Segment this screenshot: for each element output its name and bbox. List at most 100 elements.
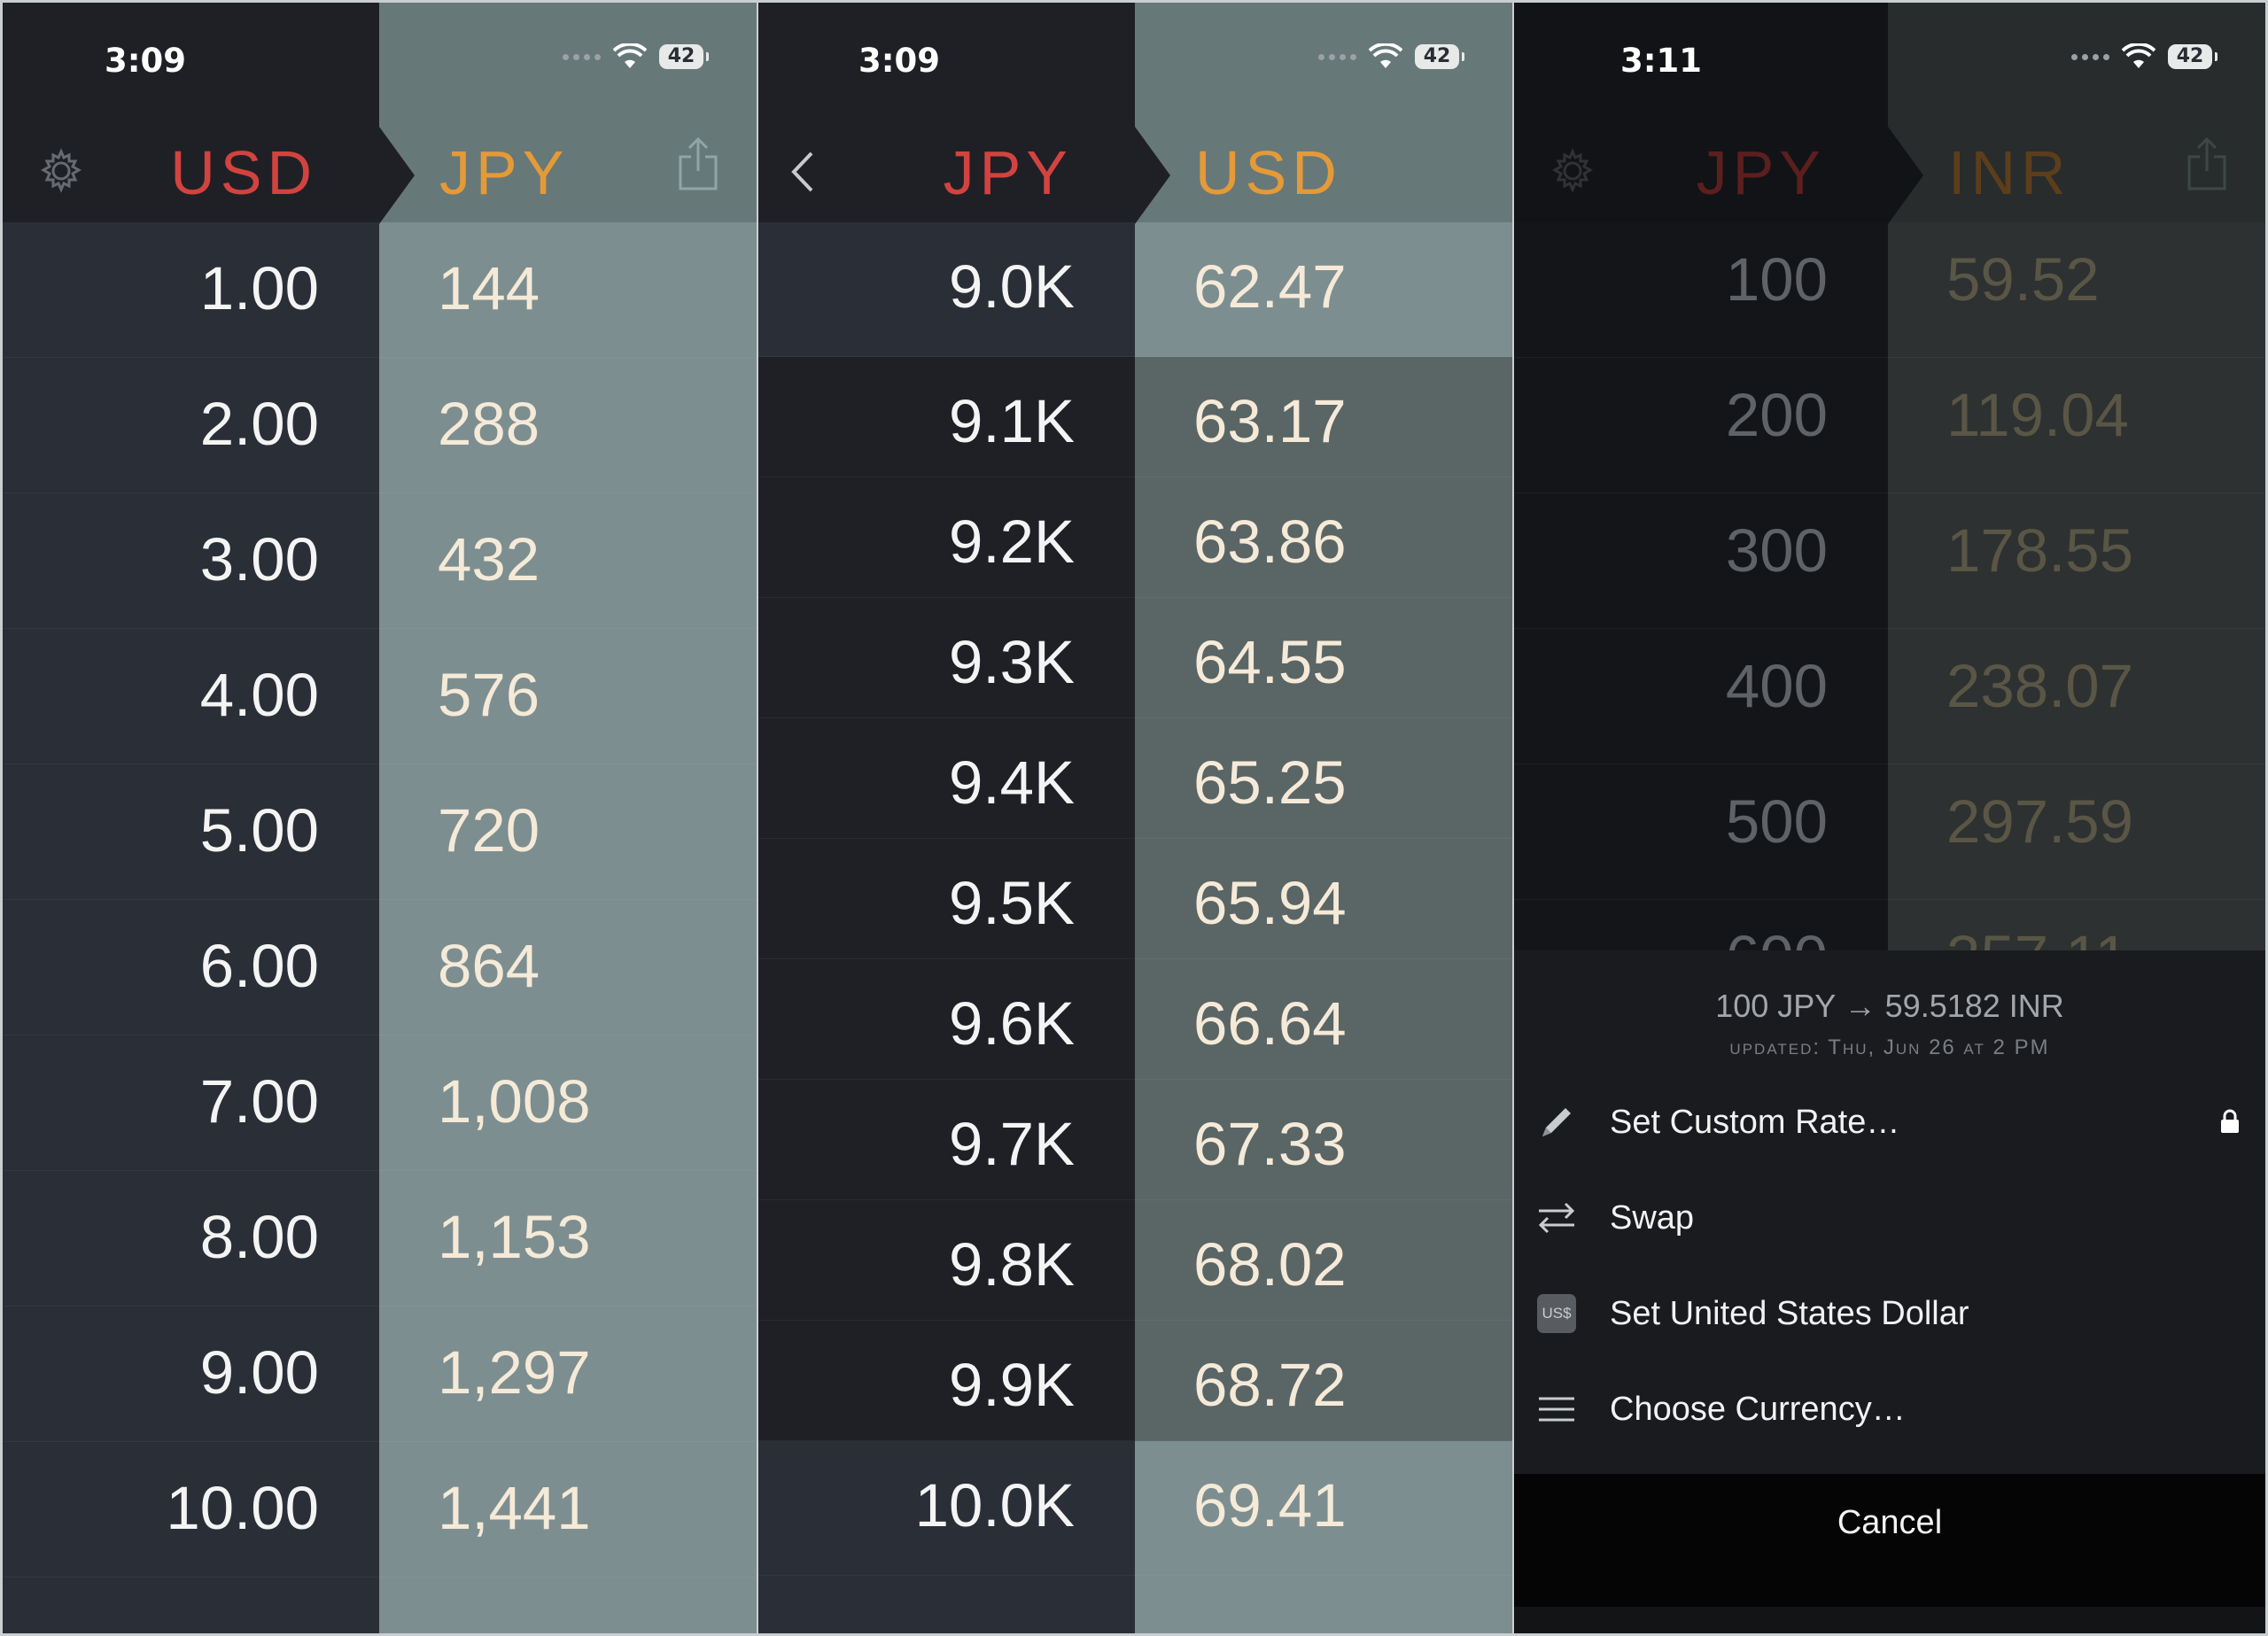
list-item[interactable]: 432 xyxy=(379,493,757,629)
list-item[interactable]: 1,153 xyxy=(379,1171,757,1306)
signal-icon xyxy=(1318,53,1356,60)
to-currency-code[interactable]: JPY xyxy=(439,137,569,208)
list-item[interactable]: 500 xyxy=(1514,764,1888,900)
from-value: 500 xyxy=(1725,787,1828,856)
from-value: 4.00 xyxy=(199,661,319,729)
to-values-list[interactable]: 62.47 63.17 63.86 64.55 65.25 65.94 66.6… xyxy=(1135,222,1512,1633)
list-item[interactable]: 400 xyxy=(1514,629,1888,764)
from-values-list[interactable]: 9.0K 9.1K 9.2K 9.3K 9.4K 9.5K 9.6K 9.7K … xyxy=(758,222,1135,1633)
from-value: 9.8K xyxy=(949,1230,1075,1299)
to-values-list[interactable]: 144 288 432 576 720 864 1,008 1,153 1,29… xyxy=(379,222,757,1578)
list-item[interactable]: 63.17 xyxy=(1135,357,1512,477)
list-item[interactable]: 9.3K xyxy=(758,598,1135,718)
list-item[interactable]: 3.00 xyxy=(3,493,379,629)
set-us-dollar-button[interactable]: US$ Set United States Dollar xyxy=(1514,1269,2265,1358)
list-item[interactable]: 69.41 xyxy=(1135,1441,1512,1576)
share-icon[interactable] xyxy=(2186,136,2228,196)
share-icon[interactable] xyxy=(677,136,719,196)
from-values-list[interactable]: 1.00 2.00 3.00 4.00 5.00 6.00 7.00 8.00 … xyxy=(3,222,379,1578)
status-bar: 42 xyxy=(563,43,709,70)
set-custom-rate-button[interactable]: Set Custom Rate… xyxy=(1514,1078,2265,1167)
list-item[interactable]: 4.00 xyxy=(3,629,379,764)
list-item[interactable]: 1,008 xyxy=(379,1035,757,1171)
list-item[interactable]: 9.4K xyxy=(758,718,1135,839)
list-item[interactable]: 300 xyxy=(1514,493,1888,629)
list-item[interactable]: 8.00 xyxy=(3,1171,379,1306)
list-item[interactable]: 63.86 xyxy=(1135,477,1512,598)
list-item[interactable]: 2.00 xyxy=(3,358,379,493)
list-item[interactable]: 9.6K xyxy=(758,959,1135,1080)
list-item[interactable]: 66.64 xyxy=(1135,959,1512,1080)
list-item[interactable]: 9.00 xyxy=(3,1306,379,1442)
from-value: 9.6K xyxy=(949,989,1075,1058)
list-item[interactable]: 68.02 xyxy=(1135,1200,1512,1321)
swap-arrows-icon xyxy=(1537,1198,1576,1237)
list-item[interactable]: 65.25 xyxy=(1135,718,1512,839)
list-item[interactable]: 297.59 xyxy=(1888,764,2265,900)
list-item[interactable]: 5.00 xyxy=(3,764,379,900)
cancel-button[interactable]: Cancel xyxy=(1514,1474,2265,1607)
battery-icon: 42 xyxy=(2168,44,2218,69)
list-item[interactable]: 62.47 xyxy=(1135,222,1512,357)
from-currency-code[interactable]: USD xyxy=(170,137,317,208)
list-item[interactable]: 67.33 xyxy=(1135,1080,1512,1200)
list-item[interactable]: 10.0K xyxy=(758,1441,1135,1576)
list-item[interactable]: 9.9K xyxy=(758,1321,1135,1441)
status-bar: 42 xyxy=(2071,43,2218,70)
from-value: 100 xyxy=(1725,245,1828,314)
gear-icon[interactable] xyxy=(36,146,86,199)
to-value: 63.86 xyxy=(1193,508,1347,576)
to-column: 42 JPY 144 288 432 576 720 864 1,008 1,1… xyxy=(379,3,757,1633)
list-item[interactable]: 200 xyxy=(1514,358,1888,493)
list-item[interactable]: 864 xyxy=(379,900,757,1035)
status-time: 3:11 xyxy=(1620,42,1703,80)
signal-icon xyxy=(2071,53,2109,60)
to-value: 1,008 xyxy=(438,1067,591,1136)
to-value: 65.25 xyxy=(1193,748,1347,817)
list-item[interactable]: 1.00 xyxy=(3,222,379,358)
list-item[interactable]: 9.5K xyxy=(758,839,1135,959)
list-item[interactable]: 65.94 xyxy=(1135,839,1512,959)
list-item[interactable]: 1,297 xyxy=(379,1306,757,1442)
list-item[interactable]: 178.55 xyxy=(1888,493,2265,629)
swap-button[interactable]: Swap xyxy=(1514,1174,2265,1262)
from-value: 10.0K xyxy=(914,1471,1075,1539)
list-item[interactable]: 144 xyxy=(379,222,757,358)
battery-icon: 42 xyxy=(1415,44,1464,69)
list-item[interactable]: 288 xyxy=(379,358,757,493)
list-item[interactable]: 7.00 xyxy=(3,1035,379,1171)
action-sheet: 100 JPY → 59.5182 INR updated: Thu, Jun … xyxy=(1514,950,2265,1474)
gear-icon[interactable] xyxy=(1548,146,1597,199)
list-item xyxy=(1135,1576,1512,1633)
list-item[interactable]: 9.7K xyxy=(758,1080,1135,1200)
list-item[interactable]: 68.72 xyxy=(1135,1321,1512,1441)
status-bar: 42 xyxy=(1318,43,1464,70)
list-item[interactable]: 9.0K xyxy=(758,222,1135,357)
to-value: 297.59 xyxy=(1946,787,2134,856)
list-item[interactable]: 100 xyxy=(1514,222,1888,358)
to-values-list[interactable]: 59.52 119.04 178.55 238.07 297.59 357.11 xyxy=(1888,222,2265,1035)
choose-currency-button[interactable]: Choose Currency… xyxy=(1514,1365,2265,1454)
list-item[interactable]: 59.52 xyxy=(1888,222,2265,358)
list-item[interactable]: 9.1K xyxy=(758,357,1135,477)
from-value: 1.00 xyxy=(199,254,319,322)
back-chevron-icon[interactable] xyxy=(788,150,817,198)
list-item[interactable]: 1,441 xyxy=(379,1442,757,1578)
list-item[interactable]: 119.04 xyxy=(1888,358,2265,493)
from-value: 9.00 xyxy=(199,1338,319,1407)
to-currency-code[interactable]: USD xyxy=(1195,137,1342,208)
from-currency-code[interactable]: JPY xyxy=(944,137,1073,208)
from-values-list[interactable]: 100 200 300 400 500 600 xyxy=(1514,222,1888,1035)
list-item[interactable]: 576 xyxy=(379,629,757,764)
list-item[interactable]: 238.07 xyxy=(1888,629,2265,764)
list-item[interactable]: 9.8K xyxy=(758,1200,1135,1321)
list-item[interactable]: 10.00 xyxy=(3,1442,379,1578)
list-item[interactable]: 9.2K xyxy=(758,477,1135,598)
list-item[interactable]: 6.00 xyxy=(3,900,379,1035)
from-currency-code[interactable]: JPY xyxy=(1697,137,1826,208)
from-column: 3:09 JPY 9.0K 9.1K 9.2K 9.3K 9.4K 9.5K 9… xyxy=(758,3,1135,1633)
list-item[interactable]: 64.55 xyxy=(1135,598,1512,718)
battery-icon: 42 xyxy=(659,44,709,69)
to-currency-code[interactable]: INR xyxy=(1948,137,2071,208)
list-item[interactable]: 720 xyxy=(379,764,757,900)
